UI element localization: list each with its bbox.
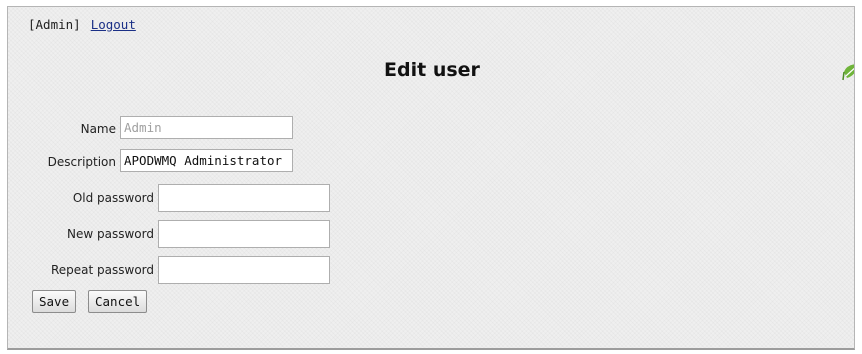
leaf-icon xyxy=(842,64,854,81)
name-field: Admin xyxy=(120,116,293,139)
page-title: Edit user xyxy=(384,59,480,81)
current-user-label: [Admin] xyxy=(28,17,81,32)
description-field[interactable]: APODWMQ Administrator xyxy=(120,149,293,172)
cancel-button[interactable]: Cancel xyxy=(88,290,148,313)
top-nav: [Admin] Logout xyxy=(28,17,136,32)
name-label: Name xyxy=(80,122,116,136)
old-password-label: Old password xyxy=(72,191,154,205)
new-password-label: New password xyxy=(67,227,154,241)
repeat-password-field[interactable] xyxy=(158,256,330,284)
logout-link[interactable]: Logout xyxy=(91,17,136,32)
description-label: Description xyxy=(47,155,116,169)
save-button[interactable]: Save xyxy=(32,290,77,313)
repeat-password-label: Repeat password xyxy=(50,263,154,277)
old-password-field[interactable] xyxy=(158,184,330,212)
new-password-field[interactable] xyxy=(158,220,330,248)
page-frame: [Admin] Logout Edit user Name Admin Descr… xyxy=(7,6,855,350)
